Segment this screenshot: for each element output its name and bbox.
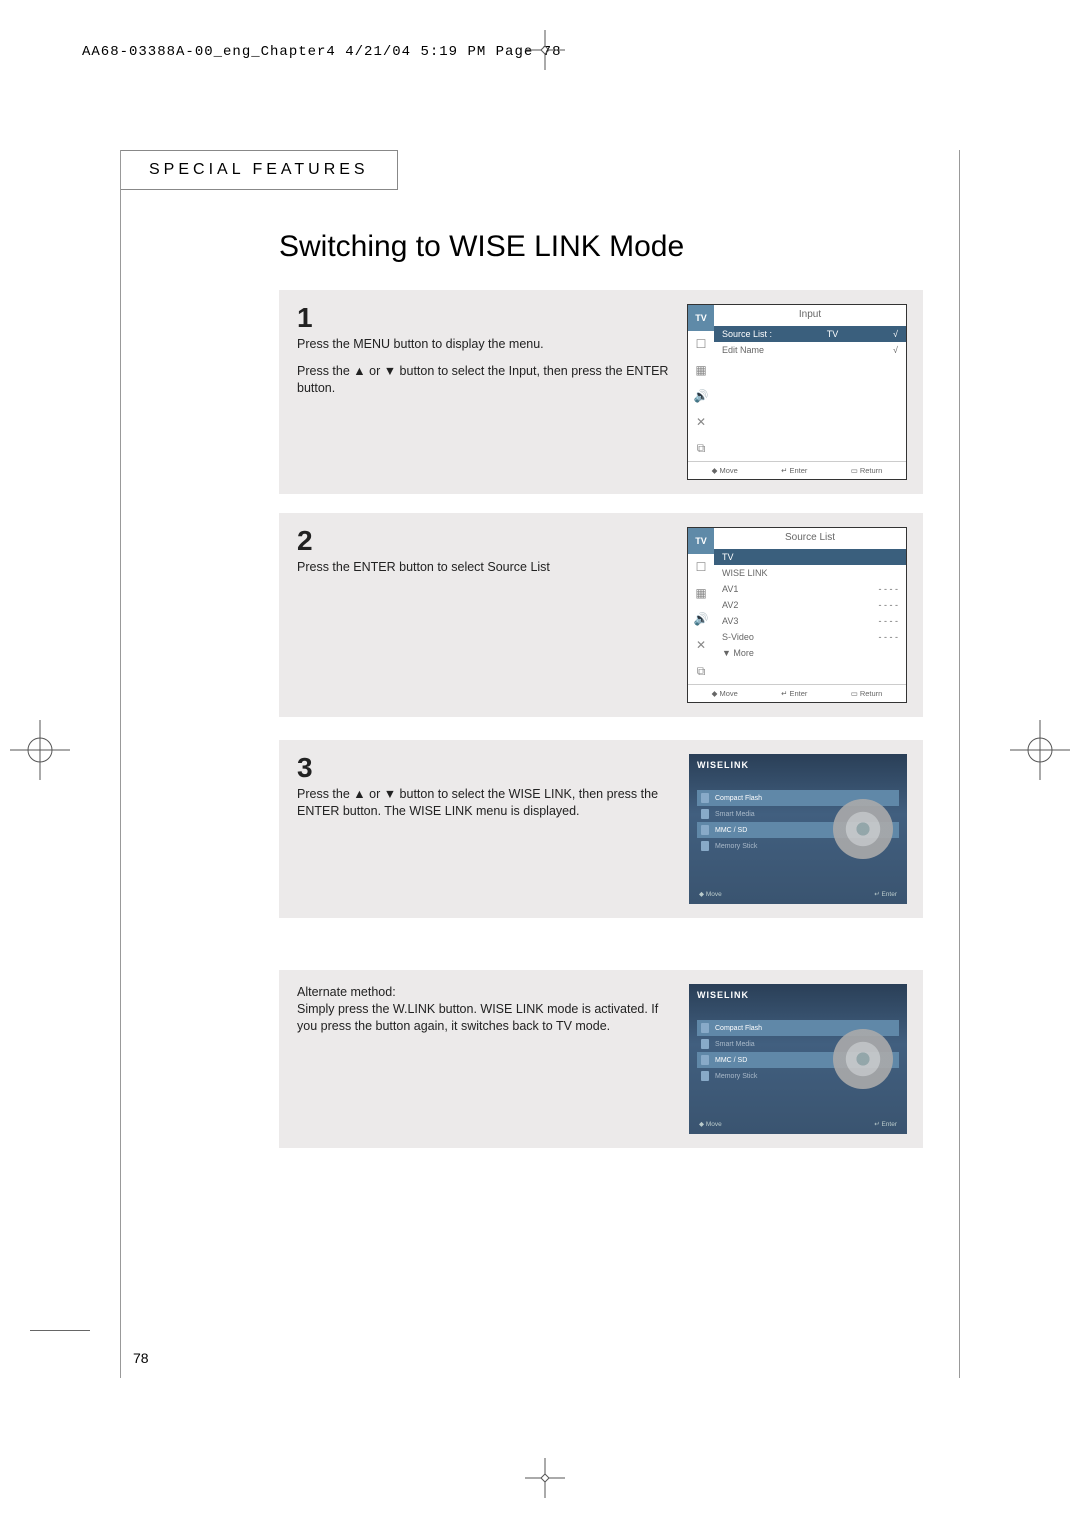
osd-tab-icons: TV ☐ ▦ 🔊 ✕ ⧉	[688, 528, 714, 684]
osd-footer-move: ◆ Move	[712, 689, 738, 698]
osd-tab-icon: ⧉	[688, 658, 714, 684]
step-3-p1: Press the ▲ or ▼ button to select the WI…	[297, 786, 677, 820]
alternate-p: Alternate method: Simply press the W.LIN…	[297, 984, 677, 1035]
wiselink-logo: WISELINK	[697, 990, 899, 1000]
step-2-block: 2 Press the ENTER button to select Sourc…	[279, 513, 923, 717]
page-number: 78	[133, 1350, 149, 1366]
osd-row-arrow: √	[893, 329, 898, 339]
crop-mark-bottom	[525, 1458, 565, 1498]
osd-title: Source List	[714, 528, 906, 547]
crop-mark-top	[525, 30, 565, 70]
step-2-text: 2 Press the ENTER button to select Sourc…	[297, 527, 675, 703]
osd-input-menu: TV ☐ ▦ 🔊 ✕ ⧉ Input Source List : TV √	[687, 304, 907, 480]
card-icon	[701, 809, 709, 819]
osd-tab-icons: TV ☐ ▦ 🔊 ✕ ⧉	[688, 305, 714, 461]
osd-tab-icon: ✕	[688, 409, 714, 435]
wl-footer-move: ◆ Move	[699, 890, 722, 898]
wiselink-screen: WISELINK Compact Flash Smart Media MMC /…	[689, 754, 907, 904]
osd-footer: ◆ Move ↵ Enter ▭ Return	[688, 684, 906, 702]
page-frame: SPECIAL FEATURES Switching to WISE LINK …	[120, 150, 960, 1378]
trim-line	[30, 1330, 90, 1331]
wiselink-screen-alt: WISELINK Compact Flash Smart Media MMC /…	[689, 984, 907, 1134]
osd-row-tv: TV	[714, 549, 906, 565]
alternate-text: Alternate method: Simply press the W.LIN…	[297, 984, 677, 1134]
osd-row-svideo: S-Video- - - -	[720, 629, 900, 645]
osd-row-arrow: √	[893, 345, 898, 355]
osd-row-av3: AV3- - - -	[720, 613, 900, 629]
osd-row-label: Source List :	[722, 329, 772, 339]
osd-footer-enter: ↵ Enter	[781, 689, 807, 698]
osd-tab-icon: ☐	[688, 331, 714, 357]
osd-row-more: ▼ More	[720, 645, 900, 661]
alternate-block: Alternate method: Simply press the W.LIN…	[279, 970, 923, 1148]
osd-tab-icon: ⧉	[688, 435, 714, 461]
osd-footer-move: ◆ Move	[712, 466, 738, 475]
disc-graphic	[833, 799, 893, 859]
card-icon	[701, 1023, 709, 1033]
osd-tab-icon: ☐	[688, 554, 714, 580]
wl-footer-enter: ↵ Enter	[874, 1120, 897, 1128]
step-1-block: 1 Press the MENU button to display the m…	[279, 290, 923, 494]
osd-tab-tv: TV	[688, 528, 714, 554]
osd-row-av2: AV2- - - -	[720, 597, 900, 613]
osd-tab-tv: TV	[688, 305, 714, 331]
wiselink-logo: WISELINK	[697, 760, 899, 770]
step-1-text: 1 Press the MENU button to display the m…	[297, 304, 675, 480]
osd-row-sourcelist: Source List : TV √	[714, 326, 906, 342]
card-icon	[701, 841, 709, 851]
osd-footer-return: ▭ Return	[851, 689, 883, 698]
card-icon	[701, 1039, 709, 1049]
registration-mark-left	[10, 720, 70, 780]
osd-footer-return: ▭ Return	[851, 466, 883, 475]
wiselink-footer: ◆ Move ↵ Enter	[699, 890, 897, 898]
osd-tab-icon: 🔊	[688, 606, 714, 632]
step-3-block: 3 Press the ▲ or ▼ button to select the …	[279, 740, 923, 918]
registration-mark-right	[1010, 720, 1070, 780]
osd-footer: ◆ Move ↵ Enter ▭ Return	[688, 461, 906, 479]
card-icon	[701, 1055, 709, 1065]
osd-row-wiselink: WISE LINK	[720, 565, 900, 581]
wiselink-footer: ◆ Move ↵ Enter	[699, 1120, 897, 1128]
osd-footer-enter: ↵ Enter	[781, 466, 807, 475]
section-header: SPECIAL FEATURES	[121, 150, 398, 190]
step-1-p2: Press the ▲ or ▼ button to select the In…	[297, 363, 675, 397]
osd-row-value: TV	[827, 329, 839, 339]
osd-tab-icon: 🔊	[688, 383, 714, 409]
wl-footer-move: ◆ Move	[699, 1120, 722, 1128]
step-2-num: 2	[297, 527, 675, 555]
osd-row-editname: Edit Name √	[720, 342, 900, 358]
print-header: AA68-03388A-00_eng_Chapter4 4/21/04 5:19…	[82, 44, 561, 60]
osd-title: Input	[714, 305, 906, 324]
card-icon	[701, 793, 709, 803]
step-2-p1: Press the ENTER button to select Source …	[297, 559, 675, 576]
osd-row-label: Edit Name	[722, 345, 764, 355]
wl-footer-enter: ↵ Enter	[874, 890, 897, 898]
step-3-num: 3	[297, 754, 677, 782]
step-1-p1: Press the MENU button to display the men…	[297, 336, 675, 353]
card-icon	[701, 1071, 709, 1081]
card-icon	[701, 825, 709, 835]
disc-graphic	[833, 1029, 893, 1089]
osd-row-av1: AV1- - - -	[720, 581, 900, 597]
osd-tab-icon: ▦	[688, 580, 714, 606]
step-1-num: 1	[297, 304, 675, 332]
osd-tab-icon: ▦	[688, 357, 714, 383]
osd-tab-icon: ✕	[688, 632, 714, 658]
page-title: Switching to WISE LINK Mode	[279, 230, 684, 264]
step-3-text: 3 Press the ▲ or ▼ button to select the …	[297, 754, 677, 904]
osd-sourcelist-menu: TV ☐ ▦ 🔊 ✕ ⧉ Source List TV WISE LINK AV…	[687, 527, 907, 703]
